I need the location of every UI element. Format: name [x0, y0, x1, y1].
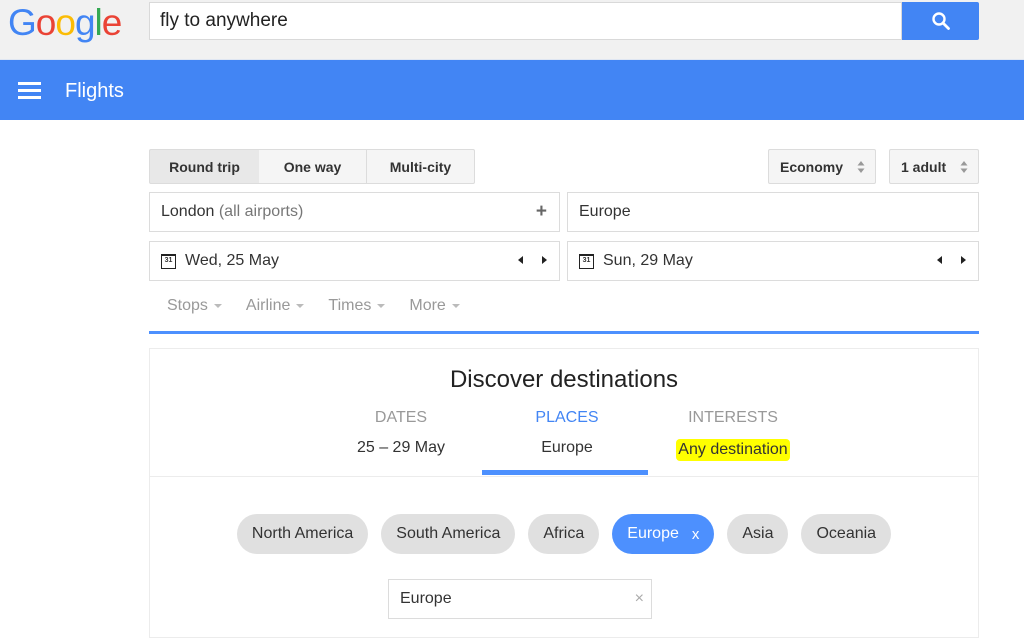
logo-letter: g	[74, 2, 96, 43]
region-chip-europe[interactable]: Europe x	[612, 514, 715, 554]
filter-times[interactable]: Times	[328, 297, 386, 315]
filter-more[interactable]: More	[409, 297, 460, 315]
add-origin-icon[interactable]: +	[536, 201, 547, 223]
page-title: Flights	[65, 80, 124, 102]
depart-date-value: Wed, 25 May	[185, 252, 279, 269]
region-chips: North America South America Africa Europ…	[150, 514, 978, 554]
tab-places[interactable]: PLACES Europe	[484, 409, 650, 457]
search-input[interactable]	[150, 3, 901, 39]
caret-down-icon	[451, 304, 460, 308]
discover-destinations-panel: Discover destinations DATES 25 – 29 May …	[149, 348, 979, 638]
prev-date-arrow-icon[interactable]	[518, 256, 523, 264]
tab-value: Europe	[541, 439, 593, 456]
tab-interests[interactable]: INTERESTS Any destination	[650, 409, 816, 461]
trip-type-round-trip[interactable]: Round trip	[149, 149, 260, 184]
filter-stops[interactable]: Stops	[167, 297, 222, 315]
logo-letter: l	[94, 2, 103, 43]
google-logo[interactable]: Google	[8, 2, 123, 44]
cabin-class-select[interactable]: Economy	[768, 149, 876, 184]
tab-label: DATES	[374, 409, 428, 426]
passengers-select[interactable]: 1 adult	[889, 149, 979, 184]
region-chip-south-america[interactable]: South America	[381, 514, 516, 554]
destination-field[interactable]: Europe	[567, 192, 979, 232]
filter-bar: Stops Airline Times More	[167, 297, 460, 315]
discover-title: Discover destinations	[449, 366, 679, 393]
trip-type-multi-city[interactable]: Multi-city	[366, 149, 475, 184]
prev-date-arrow-icon[interactable]	[937, 256, 942, 264]
tab-value: 25 – 29 May	[356, 439, 446, 456]
filter-label: Stops	[167, 297, 208, 314]
origin-field[interactable]: London (all airports) +	[149, 192, 560, 232]
logo-letter: o	[35, 2, 57, 43]
chip-label: Africa	[543, 525, 585, 542]
tab-dates[interactable]: DATES 25 – 29 May	[318, 409, 484, 457]
region-chip-africa[interactable]: Africa	[528, 514, 600, 554]
updown-arrows-icon	[857, 161, 865, 173]
filter-label: Airline	[245, 297, 291, 314]
logo-letter: e	[101, 2, 123, 43]
depart-date-field[interactable]: 31 Wed, 25 May	[149, 241, 560, 281]
logo-letter: G	[8, 2, 37, 43]
search-box	[149, 2, 902, 40]
flights-header: Flights	[0, 60, 1024, 120]
region-chip-north-america[interactable]: North America	[236, 514, 369, 554]
clear-icon[interactable]: ×	[635, 590, 644, 608]
trip-type-one-way[interactable]: One way	[259, 149, 367, 184]
panel-divider	[150, 476, 978, 477]
remove-chip-icon[interactable]: x	[692, 526, 700, 543]
calendar-icon: 31	[161, 253, 176, 269]
chip-label: Oceania	[816, 525, 877, 542]
hamburger-menu-icon[interactable]	[18, 82, 41, 99]
origin-qualifier: (all airports)	[218, 203, 304, 220]
return-date-field[interactable]: 31 Sun, 29 May	[567, 241, 979, 281]
tab-label: PLACES	[535, 409, 599, 426]
top-search-bar: Google	[0, 0, 1024, 60]
results-divider	[149, 331, 979, 334]
filter-airline[interactable]: Airline	[245, 297, 305, 315]
filter-label: More	[409, 297, 446, 314]
cabin-class-value: Economy	[780, 158, 844, 175]
return-date-value: Sun, 29 May	[603, 252, 693, 269]
region-search-input[interactable]	[389, 589, 622, 609]
search-icon	[931, 12, 950, 30]
chip-label: Europe	[627, 525, 679, 542]
region-search-box: ×	[388, 579, 652, 619]
active-tab-indicator	[482, 470, 648, 475]
caret-down-icon	[296, 304, 305, 308]
caret-down-icon	[213, 304, 222, 308]
passengers-value: 1 adult	[901, 158, 947, 175]
origin-value: London (all airports)	[150, 203, 303, 221]
chip-label: South America	[396, 525, 501, 542]
chip-label: North America	[251, 525, 354, 542]
origin-city: London	[161, 203, 215, 220]
logo-letter: o	[55, 2, 76, 43]
chip-label: Asia	[742, 525, 774, 542]
filter-label: Times	[328, 297, 372, 314]
calendar-icon: 31	[579, 253, 594, 269]
next-date-arrow-icon[interactable]	[961, 256, 966, 264]
destination-value: Europe	[579, 203, 631, 220]
next-date-arrow-icon[interactable]	[542, 256, 547, 264]
region-chip-oceania[interactable]: Oceania	[801, 514, 892, 554]
search-button[interactable]	[902, 2, 979, 40]
updown-arrows-icon	[960, 161, 968, 173]
region-chip-asia[interactable]: Asia	[727, 514, 789, 554]
tab-label: INTERESTS	[688, 409, 778, 426]
caret-down-icon	[377, 304, 386, 308]
tab-value: Any destination	[676, 439, 790, 461]
